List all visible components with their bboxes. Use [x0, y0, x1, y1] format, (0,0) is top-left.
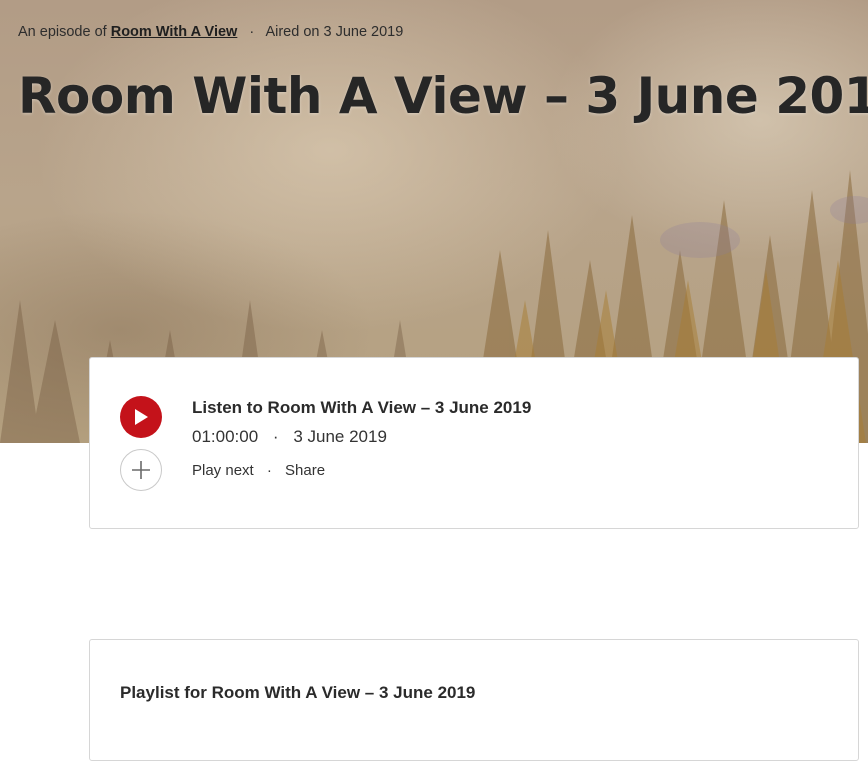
episode-prefix: An episode of: [18, 24, 107, 40]
programme-link[interactable]: Room With A View: [111, 24, 238, 40]
episode-player-card: Listen to Room With A View – 3 June 2019…: [89, 357, 859, 529]
play-next-link[interactable]: Play next: [192, 462, 254, 479]
plus-icon: [132, 461, 150, 479]
player-actions: Play next · Share: [192, 462, 325, 479]
actions-separator: ·: [266, 462, 272, 479]
aired-date: Aired on 3 June 2019: [265, 24, 404, 40]
episode-duration: 01:00:00: [192, 427, 259, 446]
play-button[interactable]: [120, 396, 162, 438]
share-link[interactable]: Share: [285, 462, 325, 479]
episode-date: 3 June 2019: [293, 427, 387, 446]
playlist-title: Playlist for Room With A View – 3 June 2…: [120, 683, 476, 702]
page-title: Room With A View – 3 June 2019: [18, 67, 868, 125]
listen-title: Listen to Room With A View – 3 June 2019: [192, 398, 532, 417]
duration-line: 01:00:00 · 3 June 2019: [192, 427, 387, 447]
add-to-queue-button[interactable]: [120, 449, 162, 491]
playlist-card: Playlist for Room With A View – 3 June 2…: [89, 639, 859, 761]
play-icon: [135, 409, 148, 425]
meta-separator: ·: [249, 24, 255, 40]
episode-meta-line: An episode of Room With A View · Aired o…: [18, 24, 403, 40]
duration-separator: ·: [272, 427, 279, 446]
